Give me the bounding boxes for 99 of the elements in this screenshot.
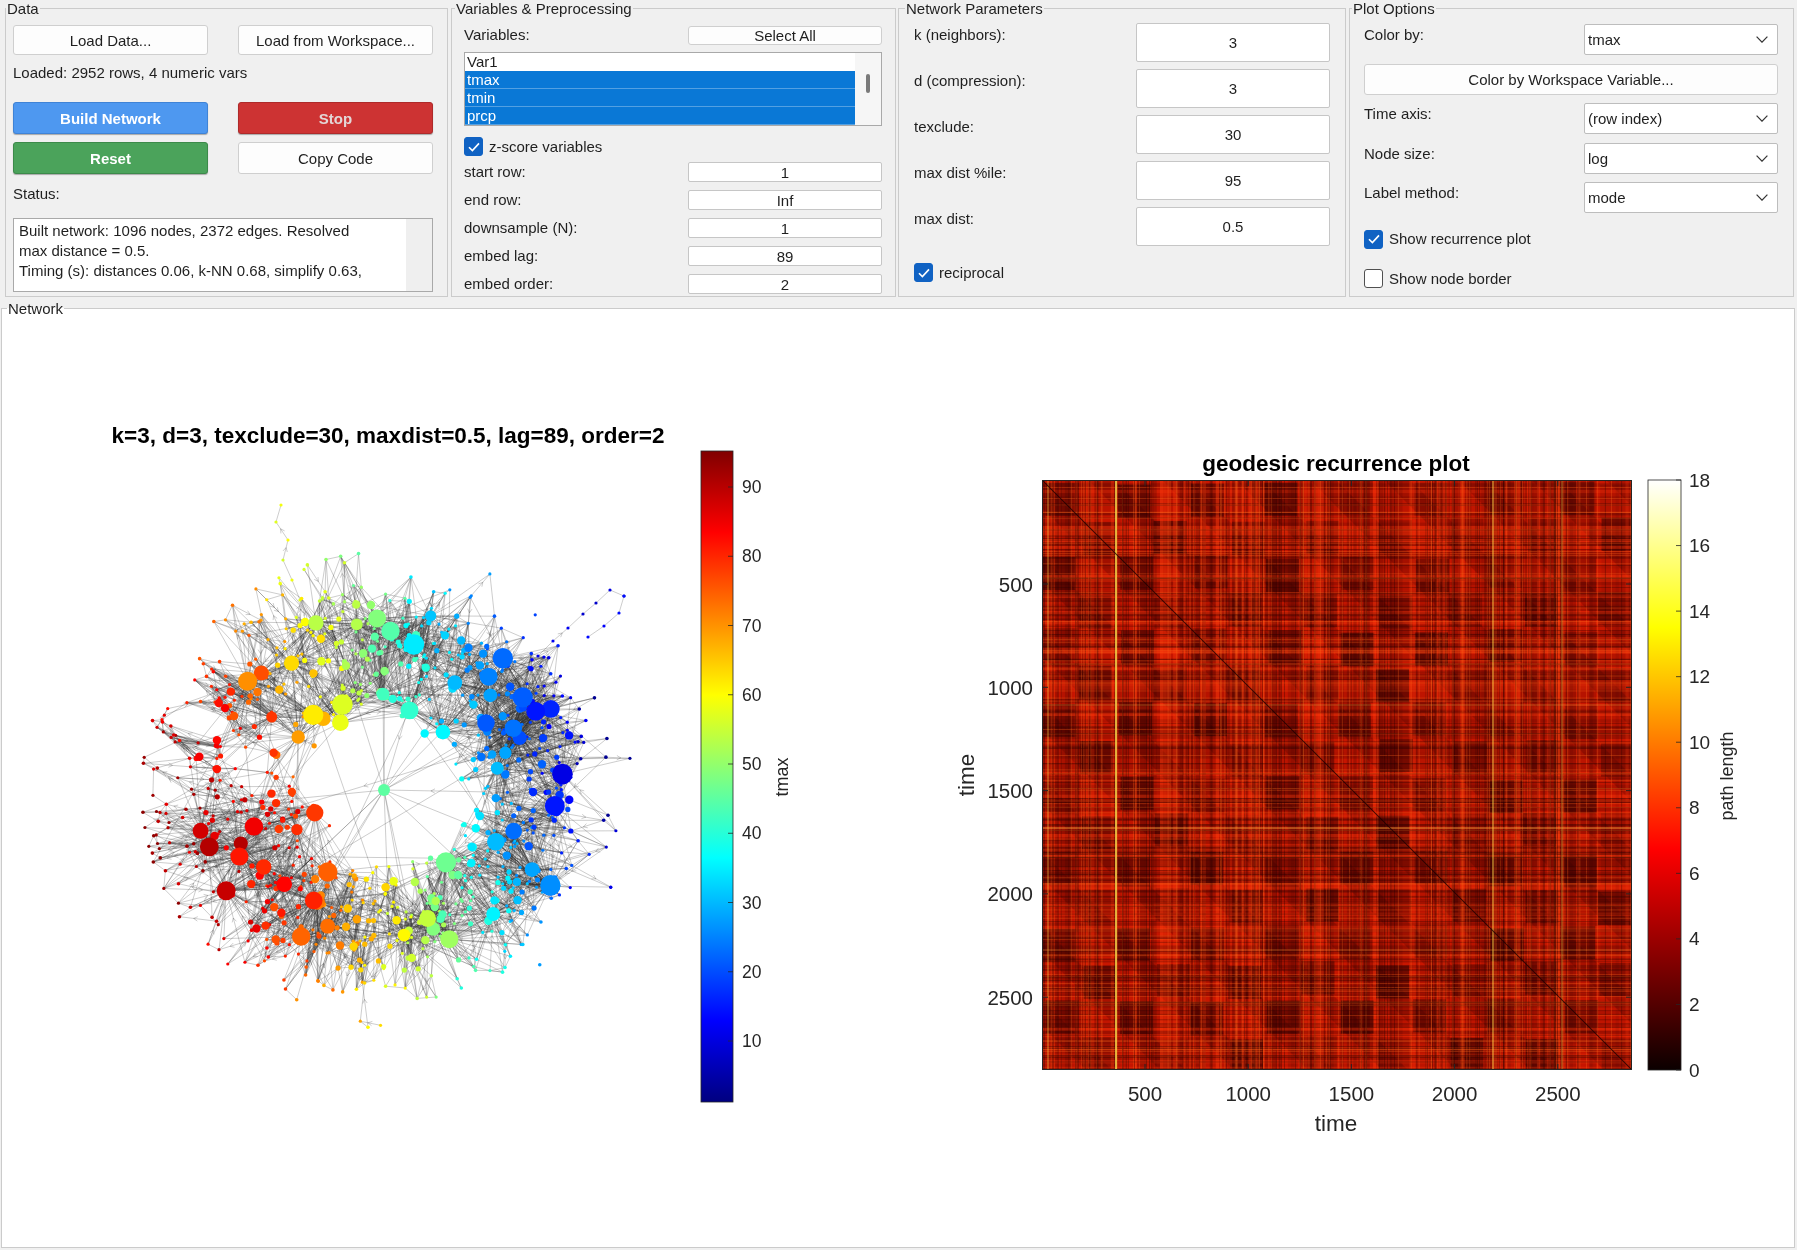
- field-label: embed order:: [464, 274, 554, 294]
- colorbar-tick-label: 60: [742, 684, 762, 705]
- field-label: Variables:: [464, 25, 530, 45]
- axis-tick-label: 2000: [1431, 1081, 1478, 1105]
- colorbar-tick-label: 8: [1689, 797, 1700, 819]
- colorbar-tick-label: 4: [1689, 928, 1700, 950]
- list-item[interactable]: tmin: [465, 89, 855, 107]
- axis-tick-label: 2500: [1535, 1081, 1581, 1105]
- chart-title: k=3, d=3, texclude=30, maxdist=0.5, lag=89, order=2: [111, 422, 665, 448]
- checkmark-icon: [1367, 234, 1380, 244]
- load-button[interactable]: Load Data...: [13, 25, 208, 55]
- chevron-down-icon: [1756, 194, 1768, 201]
- status-text: Timing (s): distances 0.06, k-NN 0.68, simplify 0.63,: [19, 261, 363, 281]
- colorbar-tick-label: 90: [742, 477, 762, 497]
- colorbar-tick-label: 18: [1689, 469, 1711, 491]
- colorbar-tick-label: 50: [742, 754, 762, 774]
- panel-title: Network Parameters: [905, 0, 1044, 17]
- field-label: d (compression):: [914, 71, 1026, 91]
- checkmark-icon: [467, 141, 480, 152]
- colorbar-tick-label: 40: [742, 823, 762, 844]
- input-field[interactable]: 3: [1136, 69, 1330, 108]
- load-button[interactable]: Load from Workspace...: [238, 25, 433, 55]
- loaded-info: Loaded: 2952 rows, 4 numeric vars: [13, 63, 248, 83]
- input-field[interactable]: 95: [1136, 161, 1330, 200]
- dropdown[interactable]: mode: [1584, 182, 1778, 213]
- list-item[interactable]: prcp: [465, 107, 855, 125]
- panel-title: Data: [6, 0, 40, 17]
- field-label: embed lag:: [464, 246, 539, 266]
- list-item[interactable]: Var1: [465, 53, 855, 71]
- colorbar-tick-label: 16: [1689, 535, 1711, 557]
- checkbox-label: Show recurrence plot: [1389, 229, 1531, 249]
- checkbox-label: reciprocal: [939, 262, 1005, 283]
- field-label: Time axis:: [1364, 104, 1432, 124]
- colorbar-tick-label: 14: [1689, 600, 1711, 622]
- colorbar-tick-label: 10: [742, 1031, 762, 1051]
- colorbar-tick-label: 10: [1689, 731, 1711, 753]
- axis-tick-label: 1000: [987, 675, 1033, 699]
- panel-title: Plot Options: [1352, 0, 1436, 17]
- checkbox-label: z-score variables: [489, 136, 603, 157]
- input-field[interactable]: 30: [1136, 115, 1330, 154]
- colorbar-tick-label: 12: [1689, 666, 1711, 688]
- action-button[interactable]: Copy Code: [238, 142, 433, 174]
- panel-title: Network: [7, 300, 64, 317]
- chevron-down-icon: [1756, 115, 1768, 122]
- list-item[interactable]: tmax: [465, 71, 855, 89]
- colorbar-tick-label: 70: [742, 615, 762, 636]
- field-label: max dist:: [914, 209, 974, 229]
- field-label: downsample (N):: [464, 218, 578, 238]
- input-field[interactable]: 1: [688, 218, 882, 238]
- input-field[interactable]: 89: [688, 246, 882, 266]
- field-label: start row:: [464, 162, 526, 182]
- colorbar-tick-label: 30: [742, 892, 762, 913]
- input-field[interactable]: 2: [688, 274, 882, 294]
- colorbar-label: path length: [1717, 731, 1737, 821]
- checkbox-label: Show node border: [1389, 268, 1512, 289]
- chart-title: geodesic recurrence plot: [1202, 450, 1470, 476]
- scrollbar[interactable]: [855, 53, 881, 125]
- chevron-down-icon: [1756, 36, 1768, 43]
- chevron-down-icon: [1756, 154, 1768, 162]
- scrollbar[interactable]: [406, 219, 432, 291]
- select-all-button[interactable]: Select All: [688, 25, 882, 45]
- axis-tick-label: 500: [1127, 1081, 1163, 1105]
- colorbar-tick-label: 6: [1689, 862, 1700, 884]
- colorbar-tick-label: 20: [742, 961, 762, 982]
- input-field[interactable]: Inf: [688, 190, 882, 210]
- field-label: Node size:: [1364, 143, 1435, 164]
- dropdown[interactable]: log: [1584, 142, 1778, 174]
- checkmark-icon: [917, 267, 930, 278]
- checkbox[interactable]: [1364, 229, 1383, 249]
- field-label: texclude:: [914, 117, 975, 137]
- colorbar-tick-label: 0: [1689, 1059, 1700, 1081]
- input-field[interactable]: 1: [688, 162, 882, 182]
- axis-tick-label: 2000: [987, 882, 1033, 906]
- checkbox[interactable]: [914, 263, 933, 282]
- field-label: end row:: [464, 190, 522, 210]
- status-text: Built network: 1096 nodes, 2372 edges. Resolved max distance = 0.5.: [19, 221, 351, 261]
- input-field[interactable]: 3: [1136, 23, 1330, 62]
- checkbox[interactable]: [464, 137, 483, 156]
- field-label: Status:: [13, 184, 60, 204]
- field-label: Label method:: [1364, 183, 1460, 203]
- workspace-variable-button[interactable]: Color by Workspace Variable...: [1364, 63, 1778, 95]
- dropdown[interactable]: tmax: [1584, 24, 1778, 55]
- axis-label: time: [953, 753, 979, 797]
- colorbar-label: tmax: [772, 757, 792, 797]
- axis-tick-label: 2500: [987, 985, 1033, 1009]
- colorbar-tick-label: 2: [1689, 993, 1700, 1015]
- field-label: max dist %ile:: [914, 163, 1007, 183]
- checkbox[interactable]: [1364, 269, 1383, 288]
- axis-label: time: [1314, 1110, 1358, 1136]
- axis-tick-label: 1500: [1328, 1081, 1375, 1105]
- axis-tick-label: 1500: [987, 779, 1033, 803]
- colorbar-tick-label: 80: [742, 546, 762, 567]
- field-label: Color by:: [1364, 25, 1425, 45]
- field-label: k (neighbors):: [914, 25, 1006, 45]
- input-field[interactable]: 0.5: [1136, 207, 1330, 246]
- dropdown[interactable]: (row index): [1584, 103, 1778, 134]
- axis-tick-label: 500: [998, 572, 1033, 596]
- axis-tick-label: 1000: [1225, 1081, 1271, 1105]
- panel-title: Variables & Preprocessing: [455, 0, 633, 17]
